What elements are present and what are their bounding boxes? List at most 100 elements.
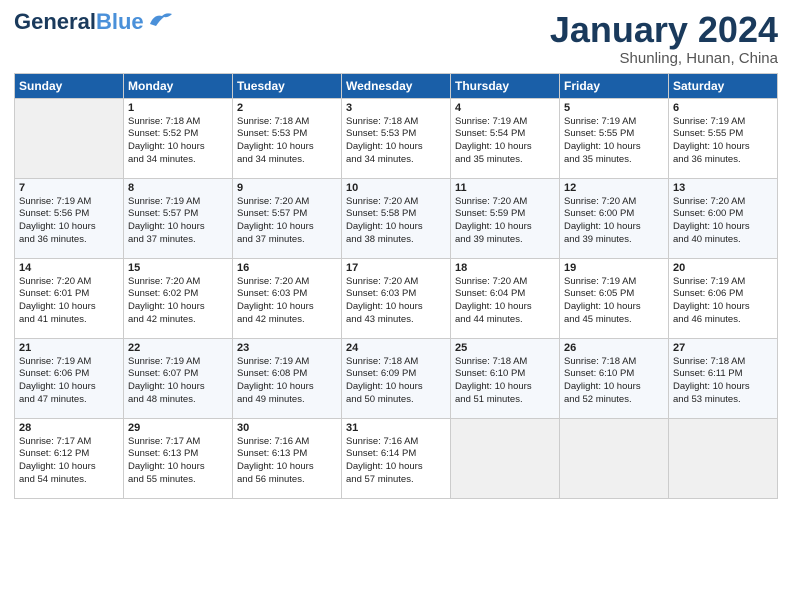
calendar-cell: 6 Sunrise: 7:19 AM Sunset: 5:55 PM Daylig… (669, 98, 778, 178)
calendar-cell: 8Sunrise: 7:19 AM Sunset: 5:57 PM Daylig… (124, 178, 233, 258)
day-info: Sunrise: 7:20 AM Sunset: 6:04 PM Dayligh… (455, 276, 555, 327)
day-number: 14 (19, 262, 119, 274)
day-info: Sunrise: 7:20 AM Sunset: 5:57 PM Dayligh… (237, 196, 337, 247)
day-number: 4 (455, 102, 555, 114)
day-header-thursday: Thursday (451, 73, 560, 98)
day-number: 21 (19, 342, 119, 354)
calendar-cell: 18Sunrise: 7:20 AM Sunset: 6:04 PM Dayli… (451, 258, 560, 338)
week-row-4: 21 Sunrise: 7:19 AM Sunset: 6:06 PM Dayli… (15, 338, 778, 418)
day-header-wednesday: Wednesday (342, 73, 451, 98)
calendar-cell: 11 Sunrise: 7:20 AM Sunset: 5:59 PM Dayli… (451, 178, 560, 258)
day-number: 5 (564, 102, 664, 114)
day-info: Sunrise: 7:19 AM Sunset: 6:05 PM Dayligh… (564, 276, 664, 327)
calendar-cell: 9 Sunrise: 7:20 AM Sunset: 5:57 PM Daylig… (233, 178, 342, 258)
day-number: 13 (673, 182, 773, 194)
day-number: 2 (237, 102, 337, 114)
calendar-cell: 16 Sunrise: 7:20 AM Sunset: 6:03 PM Dayli… (233, 258, 342, 338)
day-number: 17 (346, 262, 446, 274)
day-number: 19 (564, 262, 664, 274)
title-block: January 2024 Shunling, Hunan, China (550, 10, 778, 67)
calendar-cell (669, 418, 778, 498)
day-number: 11 (455, 182, 555, 194)
day-number: 26 (564, 342, 664, 354)
calendar-cell: 17Sunrise: 7:20 AM Sunset: 6:03 PM Dayli… (342, 258, 451, 338)
calendar-cell: 23Sunrise: 7:19 AM Sunset: 6:08 PM Dayli… (233, 338, 342, 418)
day-info: Sunrise: 7:19 AM Sunset: 5:57 PM Dayligh… (128, 196, 228, 247)
day-number: 9 (237, 182, 337, 194)
day-number: 10 (346, 182, 446, 194)
calendar-header-row: SundayMondayTuesdayWednesdayThursdayFrid… (15, 73, 778, 98)
day-number: 22 (128, 342, 228, 354)
day-info: Sunrise: 7:19 AM Sunset: 6:06 PM Dayligh… (19, 356, 119, 407)
day-number: 24 (346, 342, 446, 354)
week-row-1: 1Sunrise: 7:18 AM Sunset: 5:52 PM Daylig… (15, 98, 778, 178)
day-number: 7 (19, 182, 119, 194)
calendar-cell: 25 Sunrise: 7:18 AM Sunset: 6:10 PM Dayli… (451, 338, 560, 418)
day-info: Sunrise: 7:16 AM Sunset: 6:13 PM Dayligh… (237, 436, 337, 487)
calendar-cell: 12 Sunrise: 7:20 AM Sunset: 6:00 PM Dayli… (560, 178, 669, 258)
day-info: Sunrise: 7:19 AM Sunset: 5:56 PM Dayligh… (19, 196, 119, 247)
calendar-cell: 20 Sunrise: 7:19 AM Sunset: 6:06 PM Dayli… (669, 258, 778, 338)
day-info: Sunrise: 7:19 AM Sunset: 6:07 PM Dayligh… (128, 356, 228, 407)
day-info: Sunrise: 7:18 AM Sunset: 6:09 PM Dayligh… (346, 356, 446, 407)
calendar-cell: 21 Sunrise: 7:19 AM Sunset: 6:06 PM Dayli… (15, 338, 124, 418)
calendar-cell: 22 Sunrise: 7:19 AM Sunset: 6:07 PM Dayli… (124, 338, 233, 418)
page-container: GeneralBlue January 2024 Shunling, Hunan… (0, 0, 792, 509)
day-number: 28 (19, 422, 119, 434)
calendar-cell: 14Sunrise: 7:20 AM Sunset: 6:01 PM Dayli… (15, 258, 124, 338)
day-number: 12 (564, 182, 664, 194)
day-info: Sunrise: 7:20 AM Sunset: 6:03 PM Dayligh… (237, 276, 337, 327)
calendar-cell: 29 Sunrise: 7:17 AM Sunset: 6:13 PM Dayli… (124, 418, 233, 498)
logo-blue: Blue (96, 9, 144, 34)
location: Shunling, Hunan, China (550, 50, 778, 67)
day-info: Sunrise: 7:18 AM Sunset: 5:53 PM Dayligh… (237, 116, 337, 167)
calendar-cell: 2 Sunrise: 7:18 AM Sunset: 5:53 PM Daylig… (233, 98, 342, 178)
day-number: 15 (128, 262, 228, 274)
calendar-cell: 26 Sunrise: 7:18 AM Sunset: 6:10 PM Dayli… (560, 338, 669, 418)
day-number: 30 (237, 422, 337, 434)
day-info: Sunrise: 7:20 AM Sunset: 5:59 PM Dayligh… (455, 196, 555, 247)
day-number: 6 (673, 102, 773, 114)
day-number: 20 (673, 262, 773, 274)
day-info: Sunrise: 7:19 AM Sunset: 6:08 PM Dayligh… (237, 356, 337, 407)
calendar-cell: 5 Sunrise: 7:19 AM Sunset: 5:55 PM Daylig… (560, 98, 669, 178)
calendar-cell: 27Sunrise: 7:18 AM Sunset: 6:11 PM Dayli… (669, 338, 778, 418)
calendar-cell: 1Sunrise: 7:18 AM Sunset: 5:52 PM Daylig… (124, 98, 233, 178)
day-info: Sunrise: 7:19 AM Sunset: 5:54 PM Dayligh… (455, 116, 555, 167)
calendar-cell: 24 Sunrise: 7:18 AM Sunset: 6:09 PM Dayli… (342, 338, 451, 418)
day-number: 25 (455, 342, 555, 354)
day-info: Sunrise: 7:19 AM Sunset: 5:55 PM Dayligh… (564, 116, 664, 167)
week-row-5: 28 Sunrise: 7:17 AM Sunset: 6:12 PM Dayli… (15, 418, 778, 498)
day-info: Sunrise: 7:20 AM Sunset: 5:58 PM Dayligh… (346, 196, 446, 247)
calendar-cell: 28 Sunrise: 7:17 AM Sunset: 6:12 PM Dayli… (15, 418, 124, 498)
day-info: Sunrise: 7:16 AM Sunset: 6:14 PM Dayligh… (346, 436, 446, 487)
day-info: Sunrise: 7:19 AM Sunset: 5:55 PM Dayligh… (673, 116, 773, 167)
day-info: Sunrise: 7:19 AM Sunset: 6:06 PM Dayligh… (673, 276, 773, 327)
calendar-cell: 10 Sunrise: 7:20 AM Sunset: 5:58 PM Dayli… (342, 178, 451, 258)
day-number: 1 (128, 102, 228, 114)
calendar-cell: 13 Sunrise: 7:20 AM Sunset: 6:00 PM Dayli… (669, 178, 778, 258)
day-number: 29 (128, 422, 228, 434)
day-info: Sunrise: 7:18 AM Sunset: 6:10 PM Dayligh… (455, 356, 555, 407)
calendar-cell (560, 418, 669, 498)
calendar-cell: 7 Sunrise: 7:19 AM Sunset: 5:56 PM Daylig… (15, 178, 124, 258)
calendar-cell: 19 Sunrise: 7:19 AM Sunset: 6:05 PM Dayli… (560, 258, 669, 338)
calendar-table: SundayMondayTuesdayWednesdayThursdayFrid… (14, 73, 778, 499)
calendar-cell: 31Sunrise: 7:16 AM Sunset: 6:14 PM Dayli… (342, 418, 451, 498)
month-title: January 2024 (550, 10, 778, 50)
day-info: Sunrise: 7:18 AM Sunset: 6:11 PM Dayligh… (673, 356, 773, 407)
week-row-2: 7 Sunrise: 7:19 AM Sunset: 5:56 PM Daylig… (15, 178, 778, 258)
day-info: Sunrise: 7:18 AM Sunset: 5:53 PM Dayligh… (346, 116, 446, 167)
day-info: Sunrise: 7:20 AM Sunset: 6:00 PM Dayligh… (673, 196, 773, 247)
calendar-cell: 15Sunrise: 7:20 AM Sunset: 6:02 PM Dayli… (124, 258, 233, 338)
logo-bird-icon (146, 10, 174, 33)
day-info: Sunrise: 7:17 AM Sunset: 6:13 PM Dayligh… (128, 436, 228, 487)
calendar-cell (451, 418, 560, 498)
day-info: Sunrise: 7:20 AM Sunset: 6:00 PM Dayligh… (564, 196, 664, 247)
logo: GeneralBlue (14, 10, 174, 33)
calendar-cell: 3Sunrise: 7:18 AM Sunset: 5:53 PM Daylig… (342, 98, 451, 178)
day-number: 16 (237, 262, 337, 274)
day-header-monday: Monday (124, 73, 233, 98)
day-info: Sunrise: 7:18 AM Sunset: 6:10 PM Dayligh… (564, 356, 664, 407)
day-info: Sunrise: 7:17 AM Sunset: 6:12 PM Dayligh… (19, 436, 119, 487)
